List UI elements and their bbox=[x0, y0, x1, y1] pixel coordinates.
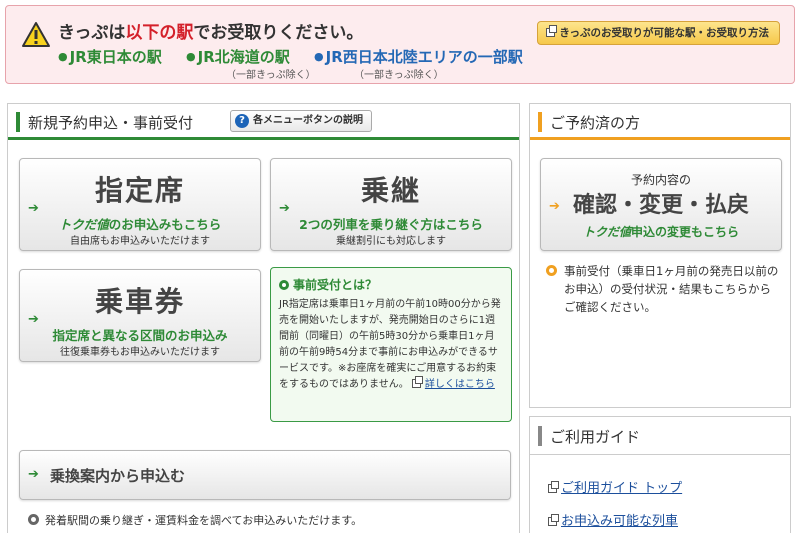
new-reservation-title: 新規予約申込・事前受付 bbox=[28, 114, 194, 132]
bullet-icon: ● bbox=[58, 50, 68, 63]
circle-bullet-icon bbox=[546, 265, 557, 276]
reserved-seat-button[interactable]: ➔ 指定席 トクだ値のお申込みもこちら 自由席もお申込みいただけます bbox=[19, 158, 261, 251]
route-search-note: 発着駅間の乗り継ぎ・運賃料金を調べてお申込みいただけます。 bbox=[28, 512, 362, 528]
bullet-icon: ● bbox=[186, 50, 196, 63]
route-search-button[interactable]: ➔ 乗換案内から申込む bbox=[19, 450, 511, 500]
external-window-icon bbox=[548, 514, 559, 526]
external-window-icon bbox=[411, 376, 423, 388]
transfer-button[interactable]: ➔ 乗継 2つの列車を乗り継ぐ方はこちら 乗継割引にも対応します bbox=[270, 158, 512, 251]
arrow-right-icon: ➔ bbox=[28, 467, 39, 482]
new-reservation-header: 新規予約申込・事前受付 ? 各メニューボタンの説明 bbox=[8, 104, 519, 140]
station-jr-west-hokuriku: ● JR西日本北陸エリアの一部駅 （一部きっぷ除く） bbox=[314, 48, 523, 81]
advance-booking-info: 事前受付とは？ JR指定席は乗車日1ヶ月前の午前10時00分から発売を開始いたし… bbox=[270, 267, 512, 422]
new-reservation-panel: 新規予約申込・事前受付 ? 各メニューボタンの説明 ➔ 指定席 トクだ値のお申込み… bbox=[7, 103, 520, 533]
guide-top-link[interactable]: ご利用ガイド トップ bbox=[548, 477, 682, 496]
station-jr-hokkaido: ● JR北海道の駅 （一部きっぷ除く） bbox=[186, 48, 316, 81]
confirm-change-refund-button[interactable]: ➔ 予約内容の 確認・変更・払戻 トクだ値申込の変更もこちら bbox=[540, 158, 782, 251]
external-window-icon bbox=[546, 25, 558, 37]
external-window-icon bbox=[548, 481, 559, 493]
station-jr-east: ● JR東日本の駅 bbox=[58, 48, 162, 66]
advance-details-link[interactable]: 詳しくはこちら bbox=[425, 379, 495, 390]
question-icon: ? bbox=[235, 114, 249, 128]
ticket-button[interactable]: ➔ 乗車券 指定席と異なる区間のお申込み 往復乗車券もお申込みいただけます bbox=[19, 269, 261, 362]
existing-reservation-header: ご予約済の方 bbox=[530, 104, 790, 140]
circle-bullet-icon bbox=[279, 280, 289, 290]
notice-title: きっぷは以下の駅でお受取りください。 bbox=[58, 23, 364, 43]
existing-reservation-panel: ご予約済の方 ➔ 予約内容の 確認・変更・払戻 トクだ値申込の変更もこちら 事前… bbox=[529, 103, 791, 408]
station-notice-banner: きっぷは以下の駅でお受取りください。 ● JR東日本の駅 ● JR北海道の駅 （一部… bbox=[5, 5, 795, 84]
pickup-guide-button[interactable]: きっぷのお受取りが可能な駅・お受取り方法 bbox=[537, 21, 780, 45]
available-trains-link[interactable]: お申込み可能な列車 bbox=[548, 510, 678, 529]
bullet-icon: ● bbox=[314, 50, 324, 63]
circle-bullet-icon bbox=[28, 514, 39, 525]
warning-icon bbox=[22, 22, 50, 47]
existing-reservation-note: 事前受付（乗車日1ヶ月前の発売日以前のお申込）の受付状況・結果もこちらからご確認… bbox=[546, 262, 782, 316]
usage-guide-header: ご利用ガイド bbox=[530, 417, 790, 455]
menu-help-button[interactable]: ? 各メニューボタンの説明 bbox=[230, 110, 372, 132]
usage-guide-panel: ご利用ガイド ご利用ガイド トップ お申込み可能な列車 bbox=[529, 416, 791, 533]
